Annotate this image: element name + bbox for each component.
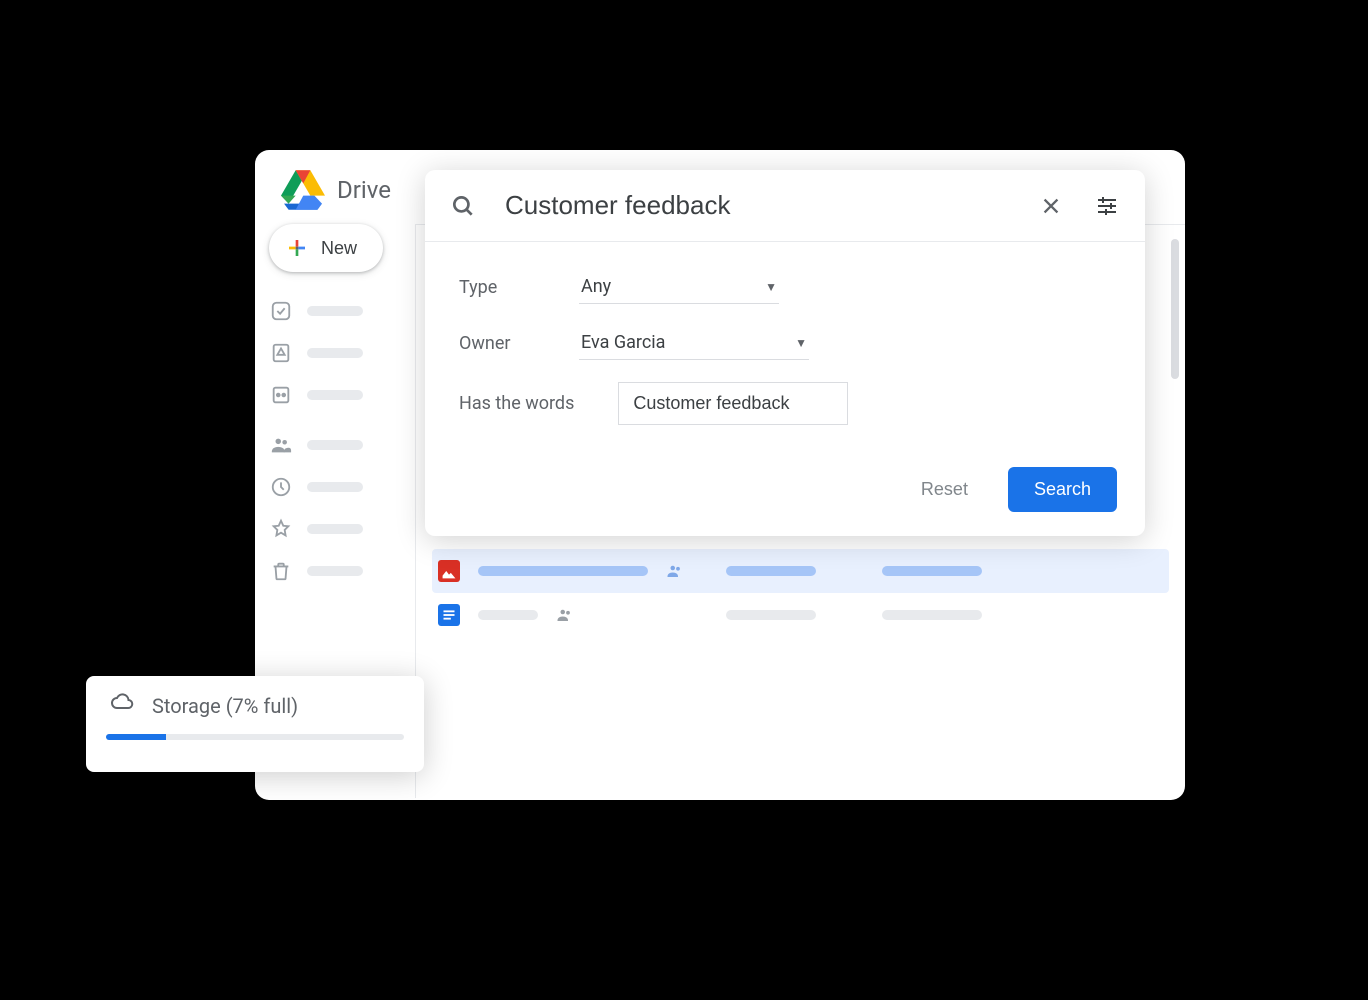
storage-label: Storage (7% full) (152, 694, 298, 718)
sidebar-item-label (307, 306, 363, 316)
sidebar-item-label (307, 524, 363, 534)
file-col-placeholder (882, 566, 982, 576)
docs-file-icon (438, 604, 460, 626)
filter-type-label: Type (459, 277, 579, 298)
sidebar-group-1 (269, 298, 415, 408)
filter-row-type: Type Any ▼ (459, 270, 1111, 304)
filter-owner-select[interactable]: Eva Garcia ▼ (579, 326, 809, 360)
file-col-placeholder (882, 610, 982, 620)
sidebar-item-label (307, 440, 363, 450)
storage-header: Storage (7% full) (106, 690, 404, 722)
file-row-image[interactable] (432, 549, 1169, 593)
filter-row-owner: Owner Eva Garcia ▼ (459, 326, 1111, 360)
clock-icon (269, 475, 293, 499)
sidebar-item-priority[interactable] (269, 298, 415, 324)
new-button[interactable]: New (269, 224, 383, 272)
drive-logo-icon (281, 170, 325, 210)
filter-words-label: Has the words (459, 393, 574, 414)
search-input[interactable] (505, 190, 1009, 221)
sidebar-item-shared-drives[interactable] (269, 382, 415, 408)
file-name-placeholder (478, 610, 538, 620)
new-button-label: New (321, 238, 357, 259)
file-name-placeholder (478, 566, 648, 576)
filter-owner-value: Eva Garcia (581, 332, 665, 353)
search-filters: Type Any ▼ Owner Eva Garcia ▼ Has the wo… (425, 242, 1145, 457)
drive-outline-icon (269, 341, 293, 365)
star-icon (269, 517, 293, 541)
chevron-down-icon: ▼ (795, 336, 807, 350)
file-row-doc[interactable] (432, 593, 1169, 637)
search-panel: Type Any ▼ Owner Eva Garcia ▼ Has the wo… (425, 170, 1145, 536)
storage-card[interactable]: Storage (7% full) (86, 676, 424, 772)
plus-icon (285, 236, 309, 260)
check-square-icon (269, 299, 293, 323)
filter-owner-label: Owner (459, 333, 579, 354)
storage-progress (106, 734, 404, 740)
chevron-down-icon: ▼ (765, 280, 777, 294)
file-col-placeholder (726, 610, 816, 620)
storage-progress-fill (106, 734, 166, 740)
filter-type-value: Any (581, 276, 611, 297)
reset-button[interactable]: Reset (921, 479, 968, 500)
sidebar-item-recent[interactable] (269, 474, 415, 500)
file-col-placeholder (726, 566, 816, 576)
cloud-icon (106, 690, 138, 722)
shared-icon (666, 562, 684, 580)
sidebar-item-shared[interactable] (269, 432, 415, 458)
search-button[interactable]: Search (1008, 467, 1117, 512)
sidebar-item-mydrive[interactable] (269, 340, 415, 366)
filter-options-icon[interactable] (1093, 192, 1121, 220)
sidebar-item-starred[interactable] (269, 516, 415, 542)
close-icon[interactable] (1037, 192, 1065, 220)
search-icon[interactable] (449, 192, 477, 220)
sidebar-item-label (307, 390, 363, 400)
scrollbar[interactable] (1171, 239, 1179, 379)
filter-row-words: Has the words (459, 382, 1111, 425)
trash-icon (269, 559, 293, 583)
search-panel-actions: Reset Search (425, 457, 1145, 536)
sidebar-item-trash[interactable] (269, 558, 415, 584)
filter-words-input[interactable] (618, 382, 848, 425)
people-icon (269, 433, 293, 457)
image-file-icon (438, 560, 460, 582)
shared-icon (556, 606, 574, 624)
app-title: Drive (337, 176, 391, 204)
filter-type-select[interactable]: Any ▼ (579, 270, 779, 304)
shared-drives-icon (269, 383, 293, 407)
search-bar (425, 170, 1145, 242)
sidebar-group-2 (269, 432, 415, 584)
sidebar-item-label (307, 566, 363, 576)
sidebar-item-label (307, 482, 363, 492)
sidebar-item-label (307, 348, 363, 358)
